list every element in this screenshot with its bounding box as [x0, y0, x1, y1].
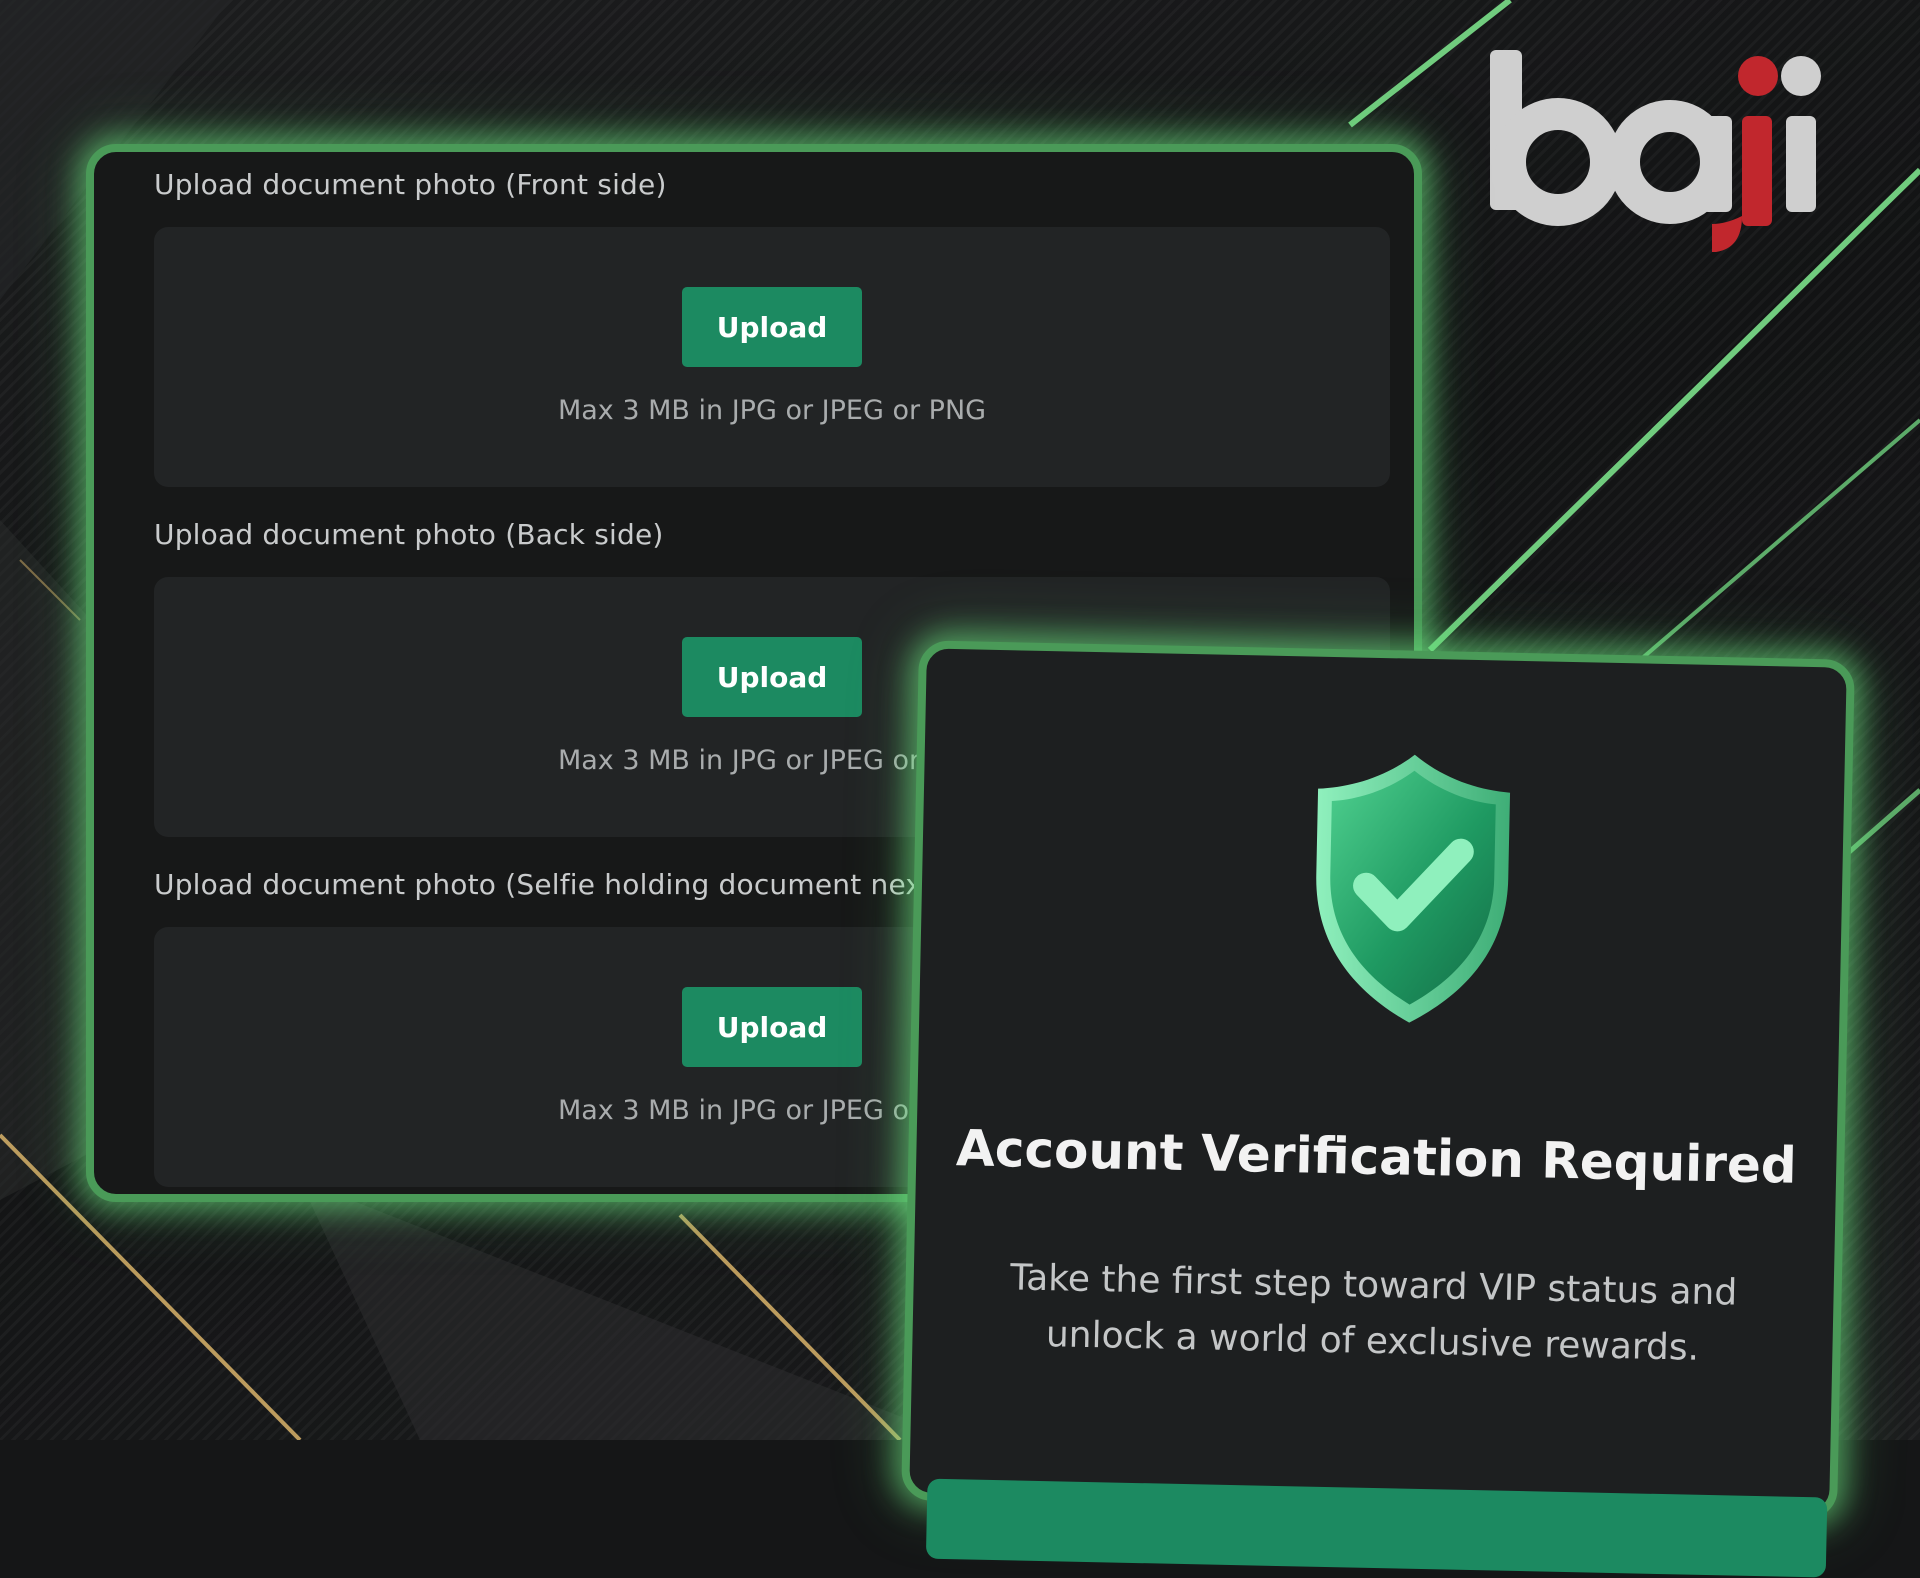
- upload-back-button[interactable]: Upload: [682, 637, 862, 717]
- upload-front-hint: Max 3 MB in JPG or JPEG or PNG: [557, 395, 987, 426]
- upload-front-label: Upload document photo (Front side): [154, 168, 667, 201]
- verification-title: Account Verification Required: [955, 1119, 1798, 1195]
- upload-front-button[interactable]: Upload: [682, 287, 862, 367]
- verification-description: Take the first step toward VIP status an…: [1009, 1257, 1738, 1369]
- upload-selfie-button[interactable]: Upload: [682, 987, 862, 1067]
- account-verification-card: Account Verification Required Take the f…: [901, 640, 1855, 1578]
- shield-check-icon: [1316, 754, 1511, 1023]
- verify-action-button[interactable]: [925, 1478, 1828, 1578]
- baji-logo: [1490, 50, 1821, 252]
- upload-back-label: Upload document photo (Back side): [154, 518, 664, 551]
- upload-front-drop-zone[interactable]: Upload Max 3 MB in JPG or JPEG or PNG: [154, 227, 1390, 487]
